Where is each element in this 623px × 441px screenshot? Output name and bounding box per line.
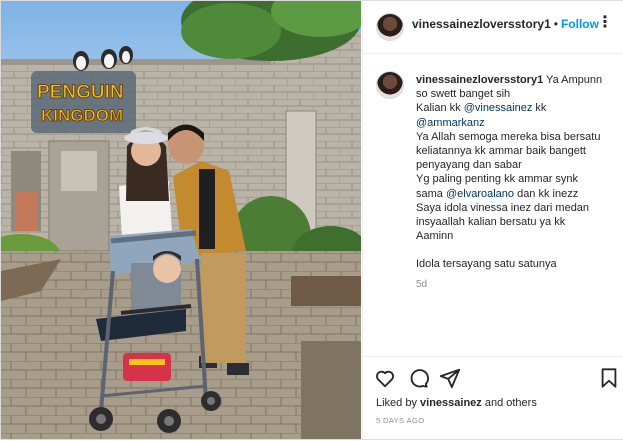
photo-scene: PENGUIN KINGDOM (1, 1, 361, 439)
bookmark-icon[interactable] (598, 367, 620, 389)
post-details-panel: vinessainezloversstory1 • Follow ⋮ vinessa… (362, 1, 623, 439)
comment-text: dan kk inezz (514, 187, 579, 200)
mention-link[interactable]: @vinessainez (464, 102, 533, 114)
comment-body: vinessainezloversstory1 Ya Ampunn so swe… (416, 73, 616, 292)
comment-line: Yg paling penting kk ammar synk (416, 173, 579, 186)
more-options-icon[interactable]: ⋮ (597, 15, 613, 31)
comment-line: vinessainezloversstory1 Ya Ampunn (416, 73, 616, 87)
comment-line: Saya idola vinessa inez dari medan (416, 201, 590, 214)
comment-blank-line (416, 243, 616, 257)
caption-comment: vinessainezloversstory1 Ya Ampunn so swe… (363, 53, 623, 353)
likes-suffix[interactable]: and others (482, 397, 537, 409)
comment-line: @ammarkanz (416, 116, 616, 130)
comment-timestamp[interactable]: 5d (416, 278, 616, 292)
share-icon[interactable] (439, 367, 461, 389)
likes-prefix: Liked by (376, 397, 421, 409)
comment-text: Kalian kk (416, 102, 464, 115)
follow-button[interactable]: Follow (561, 17, 599, 31)
comment-line: keliatannya kk ammar baik bangett (416, 145, 586, 158)
mention-link[interactable]: @ammarkanz (416, 117, 485, 129)
comment-line: insyaallah kalian bersatu ya kk (416, 216, 566, 229)
heart-icon[interactable] (374, 367, 396, 389)
liked-by-user-link[interactable]: vinessainez (420, 397, 482, 409)
comment-text: Ya Ampunn (543, 74, 603, 86)
comment-line: penyayang dan sabar (416, 159, 522, 172)
comment-line: Kalian kk @vinessainez kk (416, 101, 616, 115)
avatar[interactable] (376, 13, 404, 41)
header-separator: • (553, 17, 558, 31)
post-actions: Liked by vinessainez and others 5 DAYS A… (363, 356, 623, 441)
mention-link[interactable]: @elvaroalano (446, 188, 514, 200)
svg-text:KINGDOM: KINGDOM (41, 106, 123, 125)
post-header: vinessainezloversstory1 • Follow ⋮ (363, 1, 623, 54)
likes-summary: Liked by vinessainez and others (376, 397, 537, 409)
post-photo[interactable]: PENGUIN KINGDOM (1, 1, 361, 439)
header-username[interactable]: vinessainezloversstory1 (412, 17, 551, 31)
comment-avatar[interactable] (376, 71, 404, 99)
instagram-post: PENGUIN KINGDOM vinessainezloversstory1 … (0, 0, 623, 440)
comment-text: kk (532, 102, 547, 115)
comment-line: sama @elvaroalano dan kk inezz (416, 187, 616, 201)
comment-icon[interactable] (407, 367, 429, 389)
svg-text:PENGUIN: PENGUIN (37, 82, 124, 103)
comment-username[interactable]: vinessainezloversstory1 (416, 74, 543, 86)
comment-line: so swett banget sih (416, 88, 511, 101)
comment-line: Idola tersayang satu satunya (416, 258, 557, 271)
post-time-ago[interactable]: 5 DAYS AGO (376, 416, 424, 425)
comment-text: sama (416, 187, 446, 200)
comment-line: Aaminn (416, 230, 454, 243)
comment-line: Ya Allah semoga mereka bisa bersatu (416, 130, 601, 143)
header-user-line: vinessainezloversstory1 • Follow (412, 17, 599, 31)
